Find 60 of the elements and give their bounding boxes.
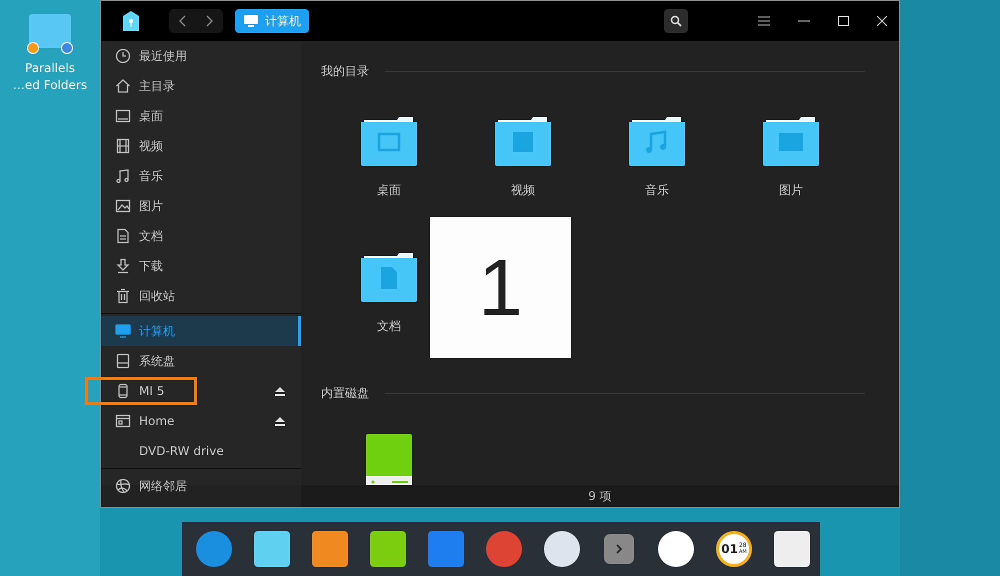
- desktop-icon: [115, 108, 131, 124]
- music-icon: [115, 168, 131, 184]
- sidebar-item[interactable]: 网络邻居: [101, 471, 301, 501]
- sidebar-item[interactable]: DVD-RW drive: [101, 436, 301, 466]
- folder-label: 图片: [779, 182, 803, 199]
- sidebar-item[interactable]: 音乐: [101, 161, 301, 191]
- folder-icon[interactable]: [763, 116, 819, 166]
- sidebar-item[interactable]: 系统盘: [101, 346, 301, 376]
- download-icon: [115, 258, 131, 274]
- folder-label: 文档: [377, 318, 401, 335]
- sidebar-item[interactable]: 桌面: [101, 101, 301, 131]
- eject-icon[interactable]: [275, 416, 285, 426]
- sidebar-item[interactable]: 最近使用: [101, 41, 301, 71]
- computer-icon: [115, 323, 131, 339]
- close-icon[interactable]: [877, 16, 887, 26]
- desktop-icon-label: Parallels …ed Folders: [12, 60, 88, 94]
- minimize-icon[interactable]: [798, 20, 810, 22]
- expand-icon[interactable]: [604, 534, 634, 564]
- sidebar-item[interactable]: 主目录: [101, 71, 301, 101]
- sidebar-item[interactable]: 图片: [101, 191, 301, 221]
- item-count: 9 项: [588, 488, 612, 504]
- search-icon: [670, 15, 682, 27]
- film-icon: [115, 138, 131, 154]
- section-title: 我的目录: [321, 63, 369, 80]
- folder-icon[interactable]: [361, 116, 417, 166]
- number-card: 1: [430, 217, 571, 358]
- file-manager-icon: [121, 10, 141, 32]
- folder-icon[interactable]: [361, 252, 417, 302]
- sidebar-item[interactable]: 下载: [101, 251, 301, 281]
- image-icon: [115, 198, 131, 214]
- home-icon: [115, 78, 131, 94]
- eject-icon[interactable]: [275, 386, 285, 396]
- settings-app-icon[interactable]: [544, 531, 580, 567]
- folder-icon[interactable]: [629, 116, 685, 166]
- network-icon: [115, 478, 131, 494]
- doc-icon: [115, 228, 131, 244]
- maximize-icon[interactable]: [838, 16, 849, 26]
- search-button[interactable]: [664, 9, 688, 33]
- folder-label: 桌面: [377, 182, 401, 199]
- folder-label: 视频: [511, 182, 535, 199]
- sidebar-item[interactable]: MI 5: [101, 376, 301, 406]
- folder-label: 音乐: [645, 182, 669, 199]
- power-app-icon[interactable]: [658, 531, 694, 567]
- section-title: 内置磁盘: [321, 385, 369, 402]
- drive-icon: [115, 413, 131, 429]
- sidebar-item[interactable]: 文档: [101, 221, 301, 251]
- back-icon[interactable]: [179, 15, 187, 27]
- menu-icon[interactable]: [758, 16, 770, 26]
- sidebar-item[interactable]: 视频: [101, 131, 301, 161]
- launcher-app-icon[interactable]: [196, 531, 232, 567]
- trash-icon: [115, 288, 131, 304]
- sidebar-item[interactable]: Home: [101, 406, 301, 436]
- shared-folder-icon[interactable]: [27, 12, 73, 54]
- folder-icon[interactable]: [495, 116, 551, 166]
- clock-icon: [115, 48, 131, 64]
- computer-icon: [243, 14, 259, 28]
- sidebar-item[interactable]: 回收站: [101, 281, 301, 311]
- browser-app-icon[interactable]: [486, 531, 522, 567]
- sidebar-item[interactable]: 计算机: [101, 316, 301, 346]
- forward-icon[interactable]: [205, 15, 213, 27]
